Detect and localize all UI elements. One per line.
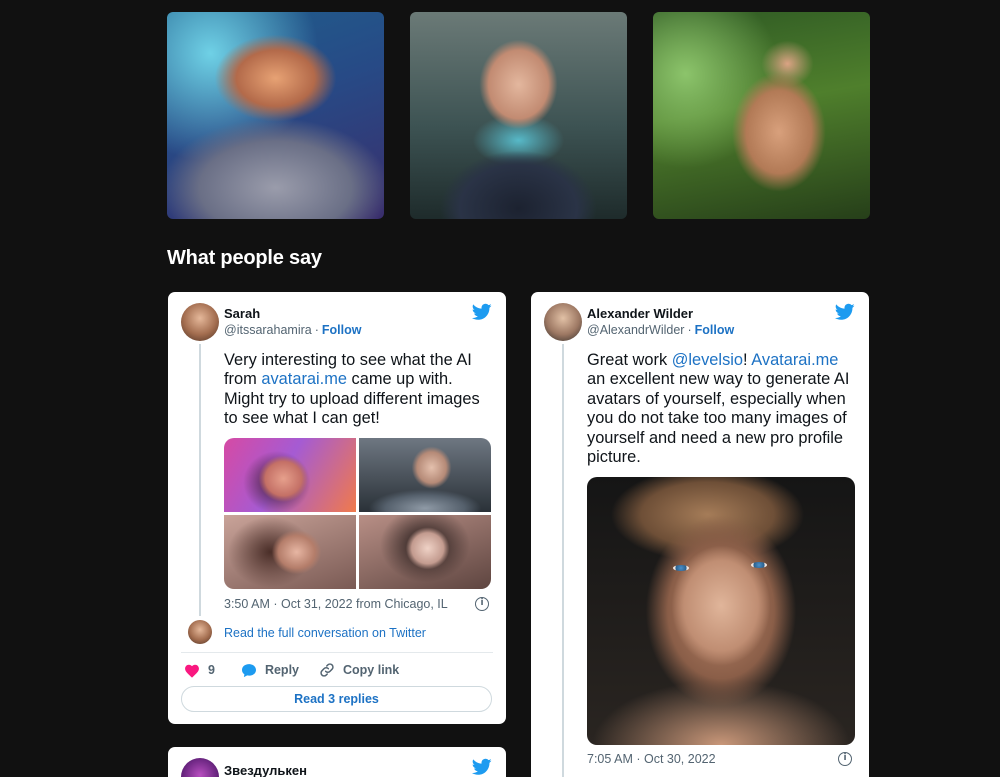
gallery-image-cyborg [167,12,384,219]
author-name[interactable]: Sarah [224,306,260,321]
like-count: 9 [208,663,215,677]
tweet-actions: 9 Reply Copy link [184,661,399,679]
author-name[interactable]: Alexander Wilder [587,306,693,321]
avatar[interactable] [544,303,582,341]
handle-separator: · [687,323,692,337]
tweet-text: Very interesting to see what the AI from… [224,351,494,429]
read-replies-button[interactable]: Read 3 replies [181,686,492,712]
tweet-link-avatarai[interactable]: Avatarai.me [751,351,838,369]
twitter-bird-icon[interactable] [472,758,492,776]
divider [181,652,493,653]
follow-button[interactable]: Follow [322,323,362,337]
gallery-image-jungle [653,12,870,219]
author-handle[interactable]: @AlexandrWilder [587,323,684,337]
tweet-text-part: Great work [587,351,672,369]
tweet-card-sarah: Sarah @itssarahamira · Follow Very interes… [168,292,506,724]
tweet-mention-levelsio[interactable]: @levelsio [672,351,743,369]
tweet-media-image[interactable] [224,438,356,512]
gallery-image-suit [410,12,627,219]
avatar[interactable] [181,303,219,341]
author-handle[interactable]: @itssarahamira [224,323,312,337]
link-icon [320,663,334,677]
tweet-media-image[interactable] [587,477,855,745]
heart-icon [185,664,199,678]
tweet-card-zvezdulken: Звездулькен [168,747,506,777]
copy-link-button[interactable]: Copy link [319,662,399,678]
tweet-timestamp[interactable]: 3:50 AM · Oct 31, 2022 from Chicago, IL [224,597,448,611]
twitter-bird-icon[interactable] [835,303,855,321]
read-conversation-link[interactable]: Read the full conversation on Twitter [224,626,426,640]
reply-button[interactable]: Reply [241,663,299,678]
handle-separator: · [314,323,319,337]
reply-label: Reply [264,663,299,677]
author-handle-row: @AlexandrWilder · Follow [587,323,734,337]
section-title: What people say [167,247,322,269]
author-handle-row: @itssarahamira · Follow [224,323,361,337]
tweet-media-grid[interactable] [224,438,491,589]
avatar[interactable] [181,758,219,777]
like-button[interactable]: 9 [184,663,215,678]
avatar-gallery [167,12,870,219]
author-name[interactable]: Звездулькен [224,763,307,777]
tweet-media-image[interactable] [359,438,491,512]
tweet-media-image[interactable] [224,515,356,589]
copy-link-label: Copy link [343,663,400,677]
tweet-text-part: ! [743,351,752,369]
reply-bubble-icon [241,663,256,677]
tweet-timestamp[interactable]: 7:05 AM · Oct 30, 2022 [587,752,716,766]
twitter-bird-icon[interactable] [472,303,492,321]
photo-eye [751,562,767,568]
tweet-text-part: an excellent new way to generate AI avat… [587,370,850,467]
reply-avatar [188,620,212,644]
follow-button[interactable]: Follow [695,323,735,337]
info-icon[interactable]: i [838,752,852,766]
info-icon[interactable]: i [475,597,489,611]
tweet-media-image[interactable] [359,515,491,589]
thread-line [199,344,201,616]
thread-line [562,344,564,777]
photo-eye [673,565,689,571]
tweet-text: Great work @levelsio! Avatarai.me an exc… [587,351,857,467]
tweet-card-alexander: Alexander Wilder @AlexandrWilder · Follow … [531,292,869,777]
tweet-link-avatarai[interactable]: avatarai.me [261,370,347,388]
